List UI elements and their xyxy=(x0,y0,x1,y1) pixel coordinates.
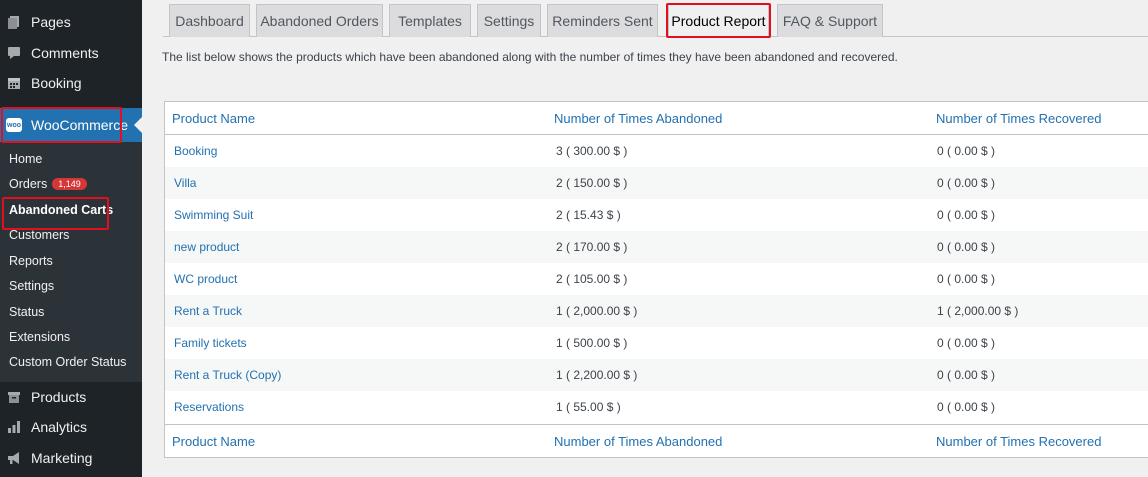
menu-item-label: Analytics xyxy=(31,419,88,435)
submenu-item-label: Status xyxy=(9,305,45,319)
woocommerce-logo-icon: woo xyxy=(6,118,22,132)
tab-settings[interactable]: Settings xyxy=(477,4,541,37)
table-row: Family tickets 1 ( 500.00 $ ) 0 ( 0.00 $… xyxy=(165,327,1148,359)
menu-item-marketing[interactable]: Marketing xyxy=(0,443,142,473)
menu-item-booking[interactable]: Booking xyxy=(0,68,142,98)
submenu-item-home[interactable]: Home xyxy=(9,152,42,166)
tab-templates[interactable]: Templates xyxy=(389,4,471,37)
abandoned-count: 1 ( 2,200.00 $ ) xyxy=(556,368,638,382)
column-footer-times-abandoned[interactable]: Number of Times Abandoned xyxy=(554,434,722,449)
submenu-item-label: Customers xyxy=(9,228,70,242)
product-link[interactable]: Booking xyxy=(174,144,217,158)
product-link[interactable]: Rent a Truck xyxy=(174,304,242,318)
submenu-item-label: Extensions xyxy=(9,330,71,344)
recovered-count: 0 ( 0.00 $ ) xyxy=(937,240,996,254)
menu-item-woocommerce[interactable]: woo WooCommerce xyxy=(0,108,142,142)
submenu-item-label: Reports xyxy=(9,254,53,268)
product-link[interactable]: Rent a Truck (Copy) xyxy=(174,368,281,382)
submenu-item-orders[interactable]: Orders 1,149 xyxy=(9,177,87,191)
tab-dashboard[interactable]: Dashboard xyxy=(169,4,250,37)
abandoned-count: 1 ( 500.00 $ ) xyxy=(556,336,628,350)
product-link[interactable]: new product xyxy=(174,240,239,254)
pages-icon xyxy=(7,15,21,29)
analytics-icon xyxy=(7,420,21,434)
table-row: WC product 2 ( 105.00 $ ) 0 ( 0.00 $ ) xyxy=(165,263,1148,295)
abandoned-count: 2 ( 15.43 $ ) xyxy=(556,208,621,222)
tab-product-report[interactable]: Product Report xyxy=(668,4,769,38)
menu-item-label: Pages xyxy=(31,14,71,30)
table-row: Rent a Truck (Copy) 1 ( 2,200.00 $ ) 0 (… xyxy=(165,359,1148,391)
menu-item-label: Booking xyxy=(31,75,82,91)
recovered-count: 0 ( 0.00 $ ) xyxy=(937,176,996,190)
product-link[interactable]: WC product xyxy=(174,272,237,286)
table-row: Reservations 1 ( 55.00 $ ) 0 ( 0.00 $ ) xyxy=(165,391,1148,423)
table-row: Rent a Truck 1 ( 2,000.00 $ ) 1 ( 2,000.… xyxy=(165,295,1148,327)
submenu-item-label: Orders xyxy=(9,177,48,191)
current-menu-arrow-icon xyxy=(134,117,142,133)
submenu-item-reports[interactable]: Reports xyxy=(9,254,53,268)
recovered-count: 0 ( 0.00 $ ) xyxy=(937,272,996,286)
table-row: new product 2 ( 170.00 $ ) 0 ( 0.00 $ ) xyxy=(165,231,1148,263)
submenu-item-label: Abandoned Carts xyxy=(9,203,114,217)
abandoned-count: 1 ( 2,000.00 $ ) xyxy=(556,304,638,318)
menu-item-analytics[interactable]: Analytics xyxy=(0,412,142,442)
menu-item-comments[interactable]: Comments xyxy=(0,38,142,68)
abandoned-count: 2 ( 150.00 $ ) xyxy=(556,176,628,190)
menu-item-products[interactable]: Products xyxy=(0,382,142,412)
abandoned-count: 3 ( 300.00 $ ) xyxy=(556,144,628,158)
product-link[interactable]: Swimming Suit xyxy=(174,208,253,222)
table-row: Swimming Suit 2 ( 15.43 $ ) 0 ( 0.00 $ ) xyxy=(165,199,1148,231)
recovered-count: 0 ( 0.00 $ ) xyxy=(937,400,996,414)
menu-item-label: Comments xyxy=(31,45,99,61)
recovered-count: 1 ( 2,000.00 $ ) xyxy=(937,304,1019,318)
products-icon xyxy=(7,390,21,404)
submenu-item-customers[interactable]: Customers xyxy=(9,228,69,242)
table-footer: Product Name Number of Times Abandoned N… xyxy=(165,424,1148,457)
product-report-table: Product Name Number of Times Abandoned N… xyxy=(164,101,1148,458)
orders-count-badge: 1,149 xyxy=(52,178,87,190)
menu-item-label: WooCommerce xyxy=(31,117,128,133)
woocommerce-submenu: Home Orders 1,149 Abandoned Carts Custome… xyxy=(0,142,142,382)
product-link[interactable]: Family tickets xyxy=(174,336,247,350)
marketing-icon xyxy=(7,451,21,465)
comments-icon xyxy=(7,46,21,60)
admin-sidebar: Pages Comments Booking woo WooCommerce H… xyxy=(0,0,142,477)
submenu-item-extensions[interactable]: Extensions xyxy=(9,330,70,344)
column-footer-product-name[interactable]: Product Name xyxy=(172,434,255,449)
table-header: Product Name Number of Times Abandoned N… xyxy=(165,102,1148,135)
column-header-times-abandoned[interactable]: Number of Times Abandoned xyxy=(554,111,722,126)
tab-reminders-sent[interactable]: Reminders Sent xyxy=(547,4,658,37)
report-description: The list below shows the products which … xyxy=(162,50,898,64)
abandoned-count: 2 ( 105.00 $ ) xyxy=(556,272,628,286)
recovered-count: 0 ( 0.00 $ ) xyxy=(937,144,996,158)
submenu-item-custom-order-status[interactable]: Custom Order Status xyxy=(9,355,126,369)
abandoned-count: 2 ( 170.00 $ ) xyxy=(556,240,628,254)
submenu-item-label: Settings xyxy=(9,279,55,293)
table-row: Booking 3 ( 300.00 $ ) 0 ( 0.00 $ ) xyxy=(165,135,1148,167)
column-header-product-name[interactable]: Product Name xyxy=(172,111,255,126)
submenu-item-label: Home xyxy=(9,152,43,166)
product-link[interactable]: Villa xyxy=(174,176,196,190)
product-link[interactable]: Reservations xyxy=(174,400,244,414)
recovered-count: 0 ( 0.00 $ ) xyxy=(937,336,996,350)
column-footer-times-recovered[interactable]: Number of Times Recovered xyxy=(936,434,1101,449)
menu-item-label: Marketing xyxy=(31,450,93,466)
abandoned-count: 1 ( 55.00 $ ) xyxy=(556,400,621,414)
submenu-item-status[interactable]: Status xyxy=(9,305,44,319)
tab-abandoned-orders[interactable]: Abandoned Orders xyxy=(256,4,383,37)
submenu-item-settings[interactable]: Settings xyxy=(9,279,54,293)
table-row: Villa 2 ( 150.00 $ ) 0 ( 0.00 $ ) xyxy=(165,167,1148,199)
menu-item-pages[interactable]: Pages xyxy=(0,7,142,37)
submenu-item-label: Custom Order Status xyxy=(9,355,127,369)
booking-icon xyxy=(7,76,21,90)
tab-faq-support[interactable]: FAQ & Support xyxy=(777,4,883,37)
submenu-item-abandoned-carts[interactable]: Abandoned Carts xyxy=(9,203,113,217)
recovered-count: 0 ( 0.00 $ ) xyxy=(937,208,996,222)
recovered-count: 0 ( 0.00 $ ) xyxy=(937,368,996,382)
column-header-times-recovered[interactable]: Number of Times Recovered xyxy=(936,111,1101,126)
menu-item-label: Products xyxy=(31,389,87,405)
nav-tab-wrapper: Dashboard Abandoned Orders Templates Set… xyxy=(163,0,1148,38)
